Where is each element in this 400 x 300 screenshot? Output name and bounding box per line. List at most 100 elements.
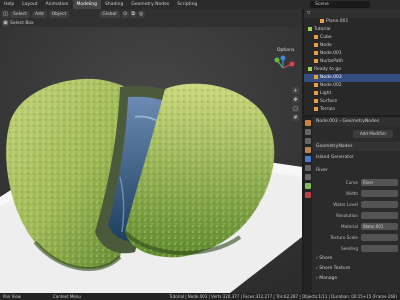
status-context-menu: Context Menu xyxy=(53,294,81,299)
zoom-icon[interactable]: + xyxy=(292,87,299,94)
select-mode-icon[interactable]: ▣ xyxy=(2,19,9,27)
outliner-row[interactable]: Node xyxy=(304,42,400,50)
outliner-row[interactable]: Light xyxy=(304,90,400,98)
object-icon xyxy=(314,74,318,79)
scene-selector[interactable]: Scene xyxy=(310,1,370,8)
outliner-row[interactable]: Ready to go xyxy=(304,66,400,74)
tab-modeling[interactable]: Modeling xyxy=(72,0,102,9)
field-value[interactable]: River xyxy=(361,179,398,186)
navigation-gizmo-icon[interactable] xyxy=(270,55,296,81)
outliner-row-label: NurbsPath xyxy=(320,59,344,64)
field-label: Resolution xyxy=(336,213,358,218)
tab-scripting[interactable]: Scripting xyxy=(173,0,201,9)
data-tab-icon[interactable] xyxy=(305,183,311,189)
node-group-field[interactable]: Island Generator xyxy=(313,153,400,162)
outliner-row[interactable]: Plane.001 xyxy=(304,18,400,26)
collapsed-section[interactable]: › Manage xyxy=(313,275,398,282)
status-pan-view: Pan View xyxy=(3,294,21,299)
render-tab-icon[interactable] xyxy=(305,129,311,135)
physics-tab-icon[interactable] xyxy=(305,174,311,180)
collapsed-section[interactable]: › Shore xyxy=(313,255,398,262)
outliner-row-label: Terrain xyxy=(320,107,336,112)
add-modifier-button[interactable]: Add Modifier xyxy=(353,130,393,138)
particles-tab-icon[interactable] xyxy=(305,165,311,171)
modifier-name[interactable]: GeometryNodes xyxy=(316,144,353,149)
object-icon xyxy=(314,50,318,55)
grid-icon[interactable]: # xyxy=(292,114,299,121)
node-group-name[interactable]: Island Generator xyxy=(316,155,354,160)
select-box-label[interactable]: Select Box xyxy=(10,21,34,26)
field-value[interactable]: Water.001 xyxy=(361,223,398,230)
transform-orientation[interactable]: Global xyxy=(99,10,120,18)
outliner-row[interactable]: Node.001 xyxy=(304,50,400,58)
pan-icon[interactable]: ✥ xyxy=(292,96,299,103)
outliner-row-label: Node.001 xyxy=(320,51,342,56)
modifier-tab-icon[interactable] xyxy=(305,156,311,162)
section-river[interactable]: River xyxy=(313,167,398,174)
modifier-field-row: Texture Scale xyxy=(313,234,398,242)
editor-type-icon[interactable]: ◫ xyxy=(2,10,9,18)
tab-layout[interactable]: Layout xyxy=(18,0,41,9)
status-stats: Tutorial | Node.003 | Verts:320,377 | Fa… xyxy=(169,294,397,299)
modifier-field-row: Width xyxy=(313,190,398,198)
tab-geometry-nodes[interactable]: Geometry Nodes xyxy=(127,0,173,9)
outliner-row-label: Light xyxy=(320,91,332,96)
outliner-header: ▽ xyxy=(304,9,400,18)
snap-icon[interactable]: ⧉ xyxy=(129,10,137,18)
outliner-list: Plane.001 Tutorial Cube Node Node.001 NurbsPa… xyxy=(304,18,400,114)
object-icon xyxy=(314,106,318,111)
field-label: Texture Scale xyxy=(330,235,358,240)
object-icon xyxy=(314,58,318,63)
outliner-row[interactable]: Surface xyxy=(304,98,400,106)
outliner-row-label: Ready to go xyxy=(314,67,341,72)
object-icon xyxy=(314,82,318,87)
tool-tab-icon[interactable] xyxy=(305,120,311,126)
tab-shading[interactable]: Shading xyxy=(101,0,127,9)
menu-add[interactable]: Add xyxy=(31,10,47,18)
outliner-panel: ▽ Plane.001 Tutorial Cube Node Node.001 Nurbs… xyxy=(304,9,400,115)
proportional-icon[interactable]: ◎ xyxy=(137,10,145,18)
outliner-row[interactable]: Node.003 xyxy=(304,74,400,82)
outliner-row-label: Node.002 xyxy=(320,83,342,88)
object-icon xyxy=(314,42,318,47)
outliner-row-label: Cube xyxy=(320,35,332,40)
material-tab-icon[interactable] xyxy=(305,192,311,198)
3d-viewport[interactable]: Options + ✥ ▢ # xyxy=(0,27,302,293)
camera-icon[interactable]: ▢ xyxy=(292,105,299,112)
modifier-field-row: Curve River xyxy=(313,179,398,187)
outliner-filter-icon[interactable]: ▽ xyxy=(307,11,310,16)
scene-name: Scene xyxy=(315,2,329,7)
outliner-row[interactable]: Tutorial xyxy=(304,26,400,34)
field-value[interactable] xyxy=(361,212,398,219)
outliner-row-label: Surface xyxy=(320,99,338,104)
island-render xyxy=(0,27,302,293)
field-value[interactable] xyxy=(361,201,398,208)
outliner-row[interactable]: NurbsPath xyxy=(304,58,400,66)
output-tab-icon[interactable] xyxy=(305,138,311,144)
field-label: Water Level xyxy=(333,202,358,207)
menu-select[interactable]: Select xyxy=(10,10,30,18)
modifier-field-row: Seeding xyxy=(313,245,398,253)
field-value[interactable] xyxy=(361,245,398,252)
object-icon xyxy=(314,98,318,103)
collection-icon xyxy=(308,66,312,71)
outliner-row-label: Node.003 xyxy=(320,75,342,80)
outliner-row-label: Tutorial xyxy=(314,27,331,32)
collapsed-section[interactable]: › Shore Texture xyxy=(313,265,398,272)
viewport-options[interactable]: Options xyxy=(277,48,294,53)
field-value[interactable] xyxy=(361,234,398,241)
object-icon xyxy=(314,90,318,95)
outliner-row[interactable]: Terrain xyxy=(304,106,400,114)
object-icon xyxy=(320,18,324,23)
field-label: Width xyxy=(345,191,358,196)
tab-animation[interactable]: Animation xyxy=(42,0,73,9)
menu-help[interactable]: Help xyxy=(0,2,18,7)
outliner-row[interactable]: Cube xyxy=(304,34,400,42)
menu-object[interactable]: Object xyxy=(48,10,70,18)
pivot-icon[interactable]: ⊙ xyxy=(121,10,129,18)
modifier-header[interactable]: GeometryNodes xyxy=(313,142,400,151)
object-tab-icon[interactable] xyxy=(305,147,311,153)
properties-tabs xyxy=(304,117,312,293)
field-value[interactable] xyxy=(361,190,398,197)
outliner-row[interactable]: Node.002 xyxy=(304,82,400,90)
